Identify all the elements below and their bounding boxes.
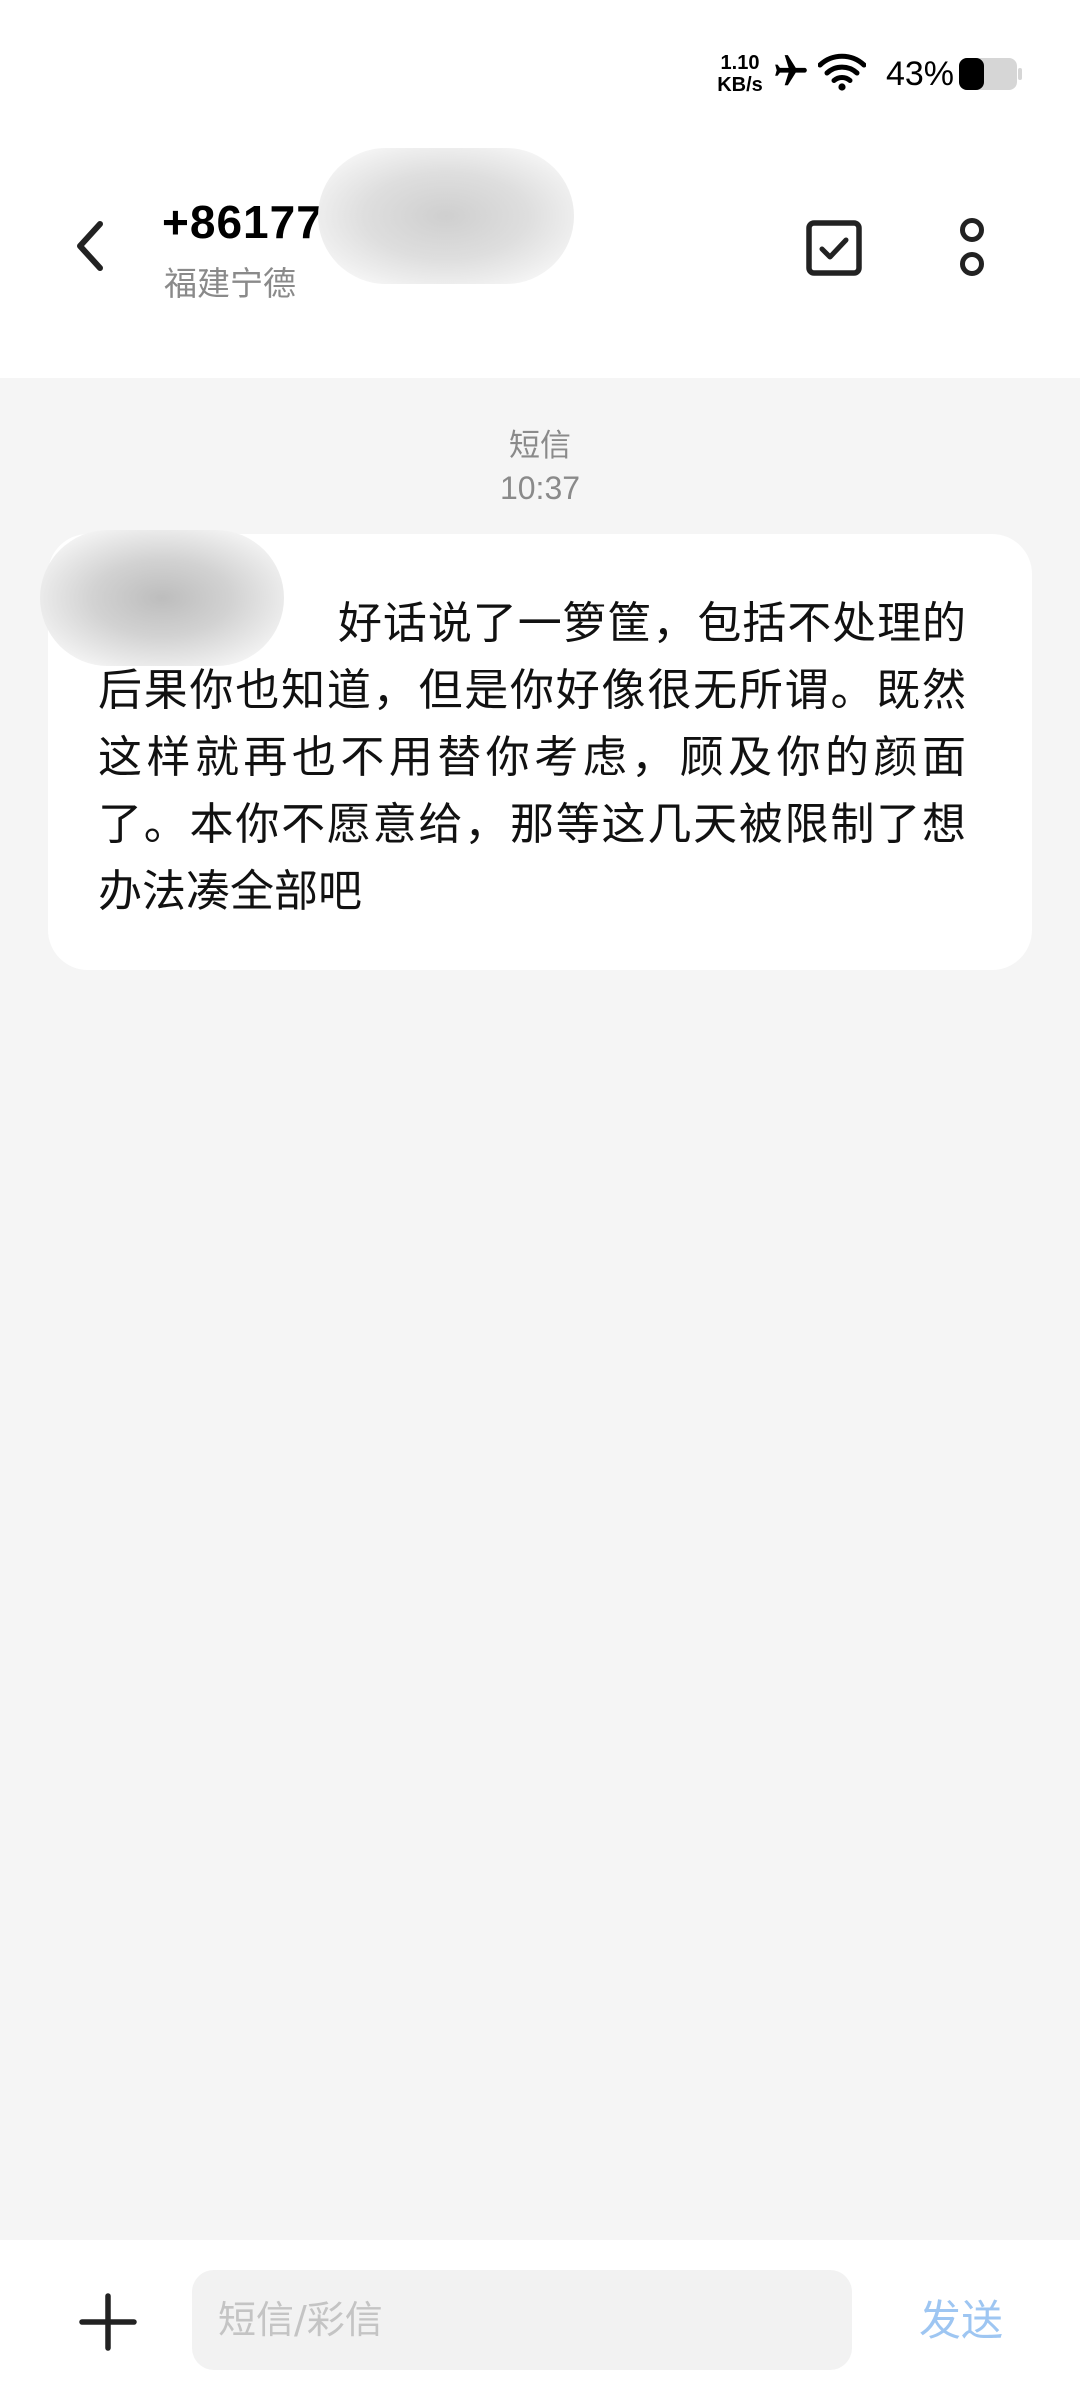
back-button[interactable] bbox=[54, 210, 126, 282]
select-messages-button[interactable] bbox=[798, 212, 870, 284]
message-bubble[interactable]: 好话说了一箩筐，包括不处理的后果你也知道，但是你好像很无所谓。既然这样就再也不用… bbox=[40, 530, 1032, 970]
conversation-header: +86177 福建宁德 bbox=[0, 140, 1080, 378]
message-input[interactable] bbox=[192, 2270, 852, 2370]
message-list[interactable]: 短信 10:37 好话说了一箩筐，包括不处理的后果你也知道，但是你好像很无所谓。… bbox=[0, 378, 1080, 2240]
compose-bar: 发送 bbox=[0, 2240, 1080, 2400]
add-attachment-button[interactable] bbox=[72, 2286, 144, 2358]
wifi-icon bbox=[818, 53, 866, 91]
contact-location: 福建宁德 bbox=[164, 264, 296, 303]
contact-number: +86177 bbox=[162, 196, 323, 248]
more-options-button[interactable] bbox=[936, 212, 1008, 284]
message-timestamp: 10:37 bbox=[499, 470, 581, 506]
battery-icon bbox=[959, 58, 1022, 90]
status-bar: 1.10 KB/s 43% bbox=[0, 0, 1080, 140]
send-button[interactable]: 发送 bbox=[896, 2286, 1026, 2356]
chevron-left-icon bbox=[77, 221, 103, 271]
redaction-blur bbox=[40, 530, 284, 666]
network-speed-unit: KB/s bbox=[717, 74, 763, 96]
network-speed: 1.10 KB/s bbox=[712, 52, 768, 96]
airplane-icon bbox=[775, 55, 807, 86]
battery-fill bbox=[959, 58, 984, 90]
network-speed-value: 1.10 bbox=[720, 52, 760, 74]
plus-icon bbox=[79, 2293, 137, 2351]
more-vertical-icon bbox=[960, 218, 984, 276]
battery-percent: 43% bbox=[885, 55, 954, 93]
redaction-blur bbox=[318, 148, 574, 284]
checkbox-icon bbox=[806, 220, 862, 276]
message-type-label: 短信 bbox=[509, 428, 571, 464]
